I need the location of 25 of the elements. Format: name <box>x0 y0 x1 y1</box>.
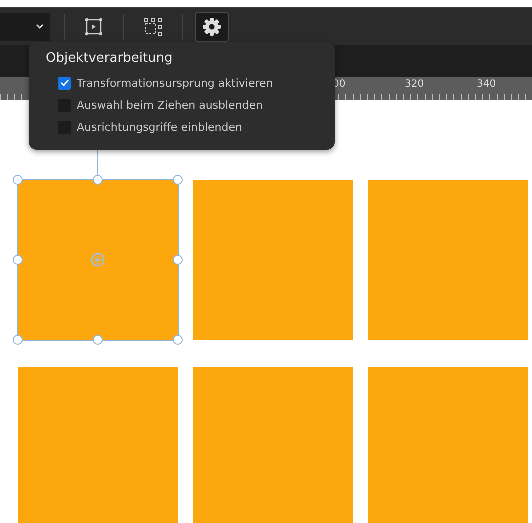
option-label: Ausrichtungsgriffe einblenden <box>77 120 242 134</box>
resize-handle[interactable] <box>173 255 183 265</box>
resize-handle[interactable] <box>13 335 23 345</box>
grid-icon <box>143 16 163 36</box>
resize-handle[interactable] <box>93 175 103 185</box>
dropdown[interactable] <box>0 12 50 40</box>
popup-title: Objektverarbeitung <box>46 51 174 66</box>
chevron-icon <box>36 24 44 30</box>
origin-icon[interactable] <box>91 253 105 267</box>
checkbox[interactable] <box>58 76 71 90</box>
transform-icon <box>84 16 104 36</box>
resize-handle[interactable] <box>173 335 183 345</box>
gear-button[interactable] <box>195 12 229 42</box>
ruler-label: 320 <box>405 79 424 90</box>
option-label: Transformationsursprung aktivieren <box>77 76 274 90</box>
option-row[interactable]: Auswahl beim Ziehen ausblenden <box>46 94 318 116</box>
resize-handle[interactable] <box>93 335 103 345</box>
option-row[interactable]: Ausrichtungsgriffe einblenden <box>46 116 318 138</box>
ruler-label: 340 <box>477 79 496 90</box>
resize-handle[interactable] <box>13 255 23 265</box>
resize-handle[interactable] <box>173 175 183 185</box>
settings-icon <box>202 16 222 36</box>
option-label: Auswahl beim Ziehen ausblenden <box>77 98 264 112</box>
resize-handle[interactable] <box>13 175 23 185</box>
option-row[interactable]: Transformationsursprung aktivieren <box>46 72 318 94</box>
